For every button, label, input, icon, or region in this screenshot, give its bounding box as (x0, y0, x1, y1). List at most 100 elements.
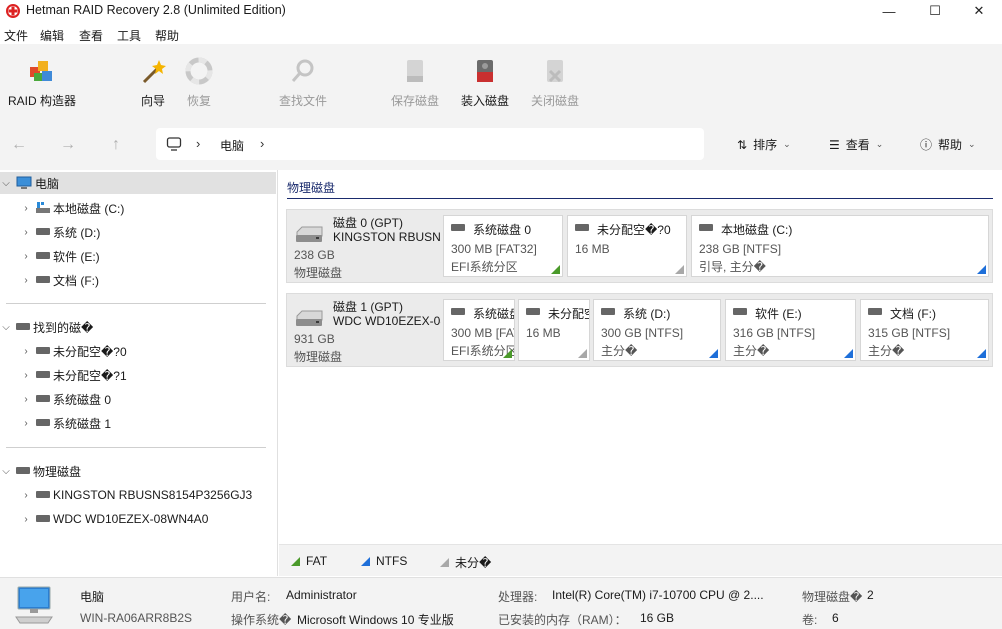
partition-size: 16 MB (526, 326, 561, 340)
partition-tile[interactable]: 本地磁盘 (C:) 238 GB [NTFS] 引导, 主分� (691, 215, 989, 277)
tree-divider (6, 447, 266, 448)
legend-label: NTFS (376, 554, 408, 568)
tree-item-physical[interactable]: › KINGSTON RBUSNS8154P3256GJ3 (0, 484, 276, 506)
recover-label: 恢复 (186, 94, 211, 108)
sort-button[interactable]: ⇅ 排序 ⌄ (737, 136, 791, 153)
file-system-legend: FAT NTFS 未分� (279, 544, 1002, 576)
tree-item-found[interactable]: › 系统磁盘 1 (0, 412, 276, 434)
close-button[interactable]: ✕ (956, 0, 1002, 22)
partition-info: 引导, 主分� (699, 260, 766, 274)
breadcrumb-item-computer[interactable]: 电脑 (220, 137, 244, 154)
back-arrow-icon[interactable]: ← (8, 134, 30, 156)
cpu-label: 处理器: (498, 590, 538, 604)
ram-value: 16 GB (640, 611, 675, 625)
tree-item-found[interactable]: › 系统磁盘 0 (0, 388, 276, 410)
tree-label: 系统磁盘 0 (53, 392, 112, 407)
minimize-button[interactable]: — (866, 0, 912, 22)
wizard-button[interactable]: 向导 (138, 56, 168, 109)
disk-type: 物理磁盘 (294, 266, 343, 280)
menu-bar: 文件 编辑 查看 工具 帮助 (0, 24, 1002, 44)
partition-name: 本地磁盘 (C:) (721, 223, 793, 237)
partition-name: 未分配空�?0 (597, 223, 671, 237)
drive-icon (601, 308, 615, 315)
expand-icon[interactable]: › (20, 227, 32, 238)
breadcrumb-expand-icon[interactable]: › (260, 136, 264, 151)
tree-item-drive-e[interactable]: › 软件 (E:) (0, 245, 276, 267)
view-label: 查看 (845, 138, 870, 152)
tree-item-found-disks[interactable]: ⌵ 找到的磁� (0, 316, 276, 338)
partition-tile[interactable]: 软件 (E:) 316 GB [NTFS] 主分� (725, 299, 856, 361)
expand-icon[interactable]: › (20, 251, 32, 262)
toolbar: RAID 构造器 向导 恢复 查找文件 保存磁盘 装入磁盘 关闭磁盘 (0, 44, 1002, 118)
tree-item-found[interactable]: › 未分配空�?1 (0, 364, 276, 386)
partition-size: 16 MB (575, 242, 610, 256)
recover-button[interactable]: 恢复 (184, 56, 214, 109)
tree-item-physical[interactable]: › WDC WD10EZEX-08WN4A0 (0, 508, 276, 530)
partition-name: 软件 (E:) (755, 307, 802, 321)
view-button[interactable]: ☰ 查看 ⌄ (829, 136, 883, 153)
disk-info[interactable]: 磁盘 1 (GPT) WDC WD10EZEX-08WN4A0 931 GB 物… (287, 294, 441, 366)
hard-disk-icon (296, 310, 323, 326)
save-disk-button[interactable]: 保存磁盘 (391, 56, 439, 109)
chevron-down-icon: ⌄ (968, 139, 976, 149)
folder-tree: ⌵ 电脑 › 本地磁盘 (C:) › 系统 (D:) › 软件 (E:) › 文… (0, 170, 278, 576)
find-file-button[interactable]: 查找文件 (279, 56, 327, 109)
mount-disk-button[interactable]: 装入磁盘 (461, 56, 509, 109)
user-value: Administrator (286, 588, 357, 602)
forward-arrow-icon[interactable]: → (57, 134, 79, 156)
magnifier-icon (288, 56, 318, 86)
disk-row[interactable]: 磁盘 0 (GPT) KINGSTON RBUSNS8154P3256GJ3 2… (286, 209, 993, 283)
expand-icon[interactable]: › (20, 418, 32, 429)
section-title: 物理磁盘 (287, 181, 336, 195)
disk-row[interactable]: 磁盘 1 (GPT) WDC WD10EZEX-08WN4A0 931 GB 物… (286, 293, 993, 367)
maximize-button[interactable]: ☐ (912, 0, 958, 22)
tree-item-drive-d[interactable]: › 系统 (D:) (0, 221, 276, 243)
tree-item-physical-disks[interactable]: ⌵ 物理磁盘 (0, 460, 276, 482)
collapse-icon[interactable]: ⌵ (0, 322, 12, 333)
expand-icon[interactable]: › (20, 275, 32, 286)
up-arrow-icon[interactable]: ↑ (105, 134, 127, 156)
tree-item-computer[interactable]: ⌵ 电脑 (0, 172, 276, 194)
hard-disk-icon (296, 226, 323, 242)
sort-icon: ⇅ (737, 137, 748, 152)
partition-tile[interactable]: 系统 (D:) 300 GB [NTFS] 主分� (593, 299, 721, 361)
magic-wand-icon (138, 56, 168, 86)
tree-item-drive-f[interactable]: › 文档 (F:) (0, 269, 276, 291)
collapse-icon[interactable]: ⌵ (0, 178, 12, 189)
help-button[interactable]: ⓘ 帮助 ⌄ (920, 136, 976, 153)
hard-drive-save-icon (400, 56, 430, 86)
expand-icon[interactable]: › (20, 203, 32, 214)
disk-info[interactable]: 磁盘 0 (GPT) KINGSTON RBUSNS8154P3256GJ3 2… (287, 210, 441, 282)
disk-model: WDC WD10EZEX-08WN4A0 (333, 314, 441, 328)
menu-edit[interactable]: 编辑 (40, 27, 64, 44)
expand-icon[interactable]: › (20, 394, 32, 405)
drive-icon (36, 515, 50, 523)
expand-icon[interactable]: › (20, 514, 32, 525)
menu-view[interactable]: 查看 (79, 27, 103, 44)
breadcrumb[interactable]: › 电脑 › (156, 128, 704, 160)
tree-item-found[interactable]: › 未分配空�?0 (0, 340, 276, 362)
partition-tile[interactable]: 系统磁盘 0 300 MB [FAT32] EFI系统分区 (443, 215, 563, 277)
legend-fat: FAT (291, 554, 327, 568)
ntfs-marker (977, 349, 986, 358)
expand-icon[interactable]: › (20, 370, 32, 381)
collapse-icon[interactable]: ⌵ (0, 466, 12, 477)
drive-icon (16, 467, 30, 475)
menu-tools[interactable]: 工具 (117, 27, 141, 44)
ntfs-marker (709, 349, 718, 358)
expand-icon[interactable]: › (20, 346, 32, 357)
disk-model: KINGSTON RBUSNS8154P3256GJ3 (333, 230, 441, 244)
menu-help[interactable]: 帮助 (155, 27, 179, 44)
computer-name: WIN-RA06ARR8B2S (80, 611, 193, 625)
help-label: 帮助 (938, 138, 963, 152)
partition-tile[interactable]: 系统磁盘 1 300 MB [FAT32] EFI系统分区 (443, 299, 515, 361)
raid-builder-button[interactable]: RAID 构造器 (8, 56, 76, 109)
view-icon: ☰ (829, 137, 840, 152)
partition-tile[interactable]: 未分配空�?1 16 MB (518, 299, 590, 361)
partition-tile[interactable]: 未分配空�?0 16 MB (567, 215, 687, 277)
tree-item-drive-c[interactable]: › 本地磁盘 (C:) (0, 197, 276, 219)
menu-file[interactable]: 文件 (4, 27, 28, 44)
close-disk-button[interactable]: 关闭磁盘 (531, 56, 579, 109)
partition-tile[interactable]: 文档 (F:) 315 GB [NTFS] 主分� (860, 299, 989, 361)
expand-icon[interactable]: › (20, 490, 32, 501)
